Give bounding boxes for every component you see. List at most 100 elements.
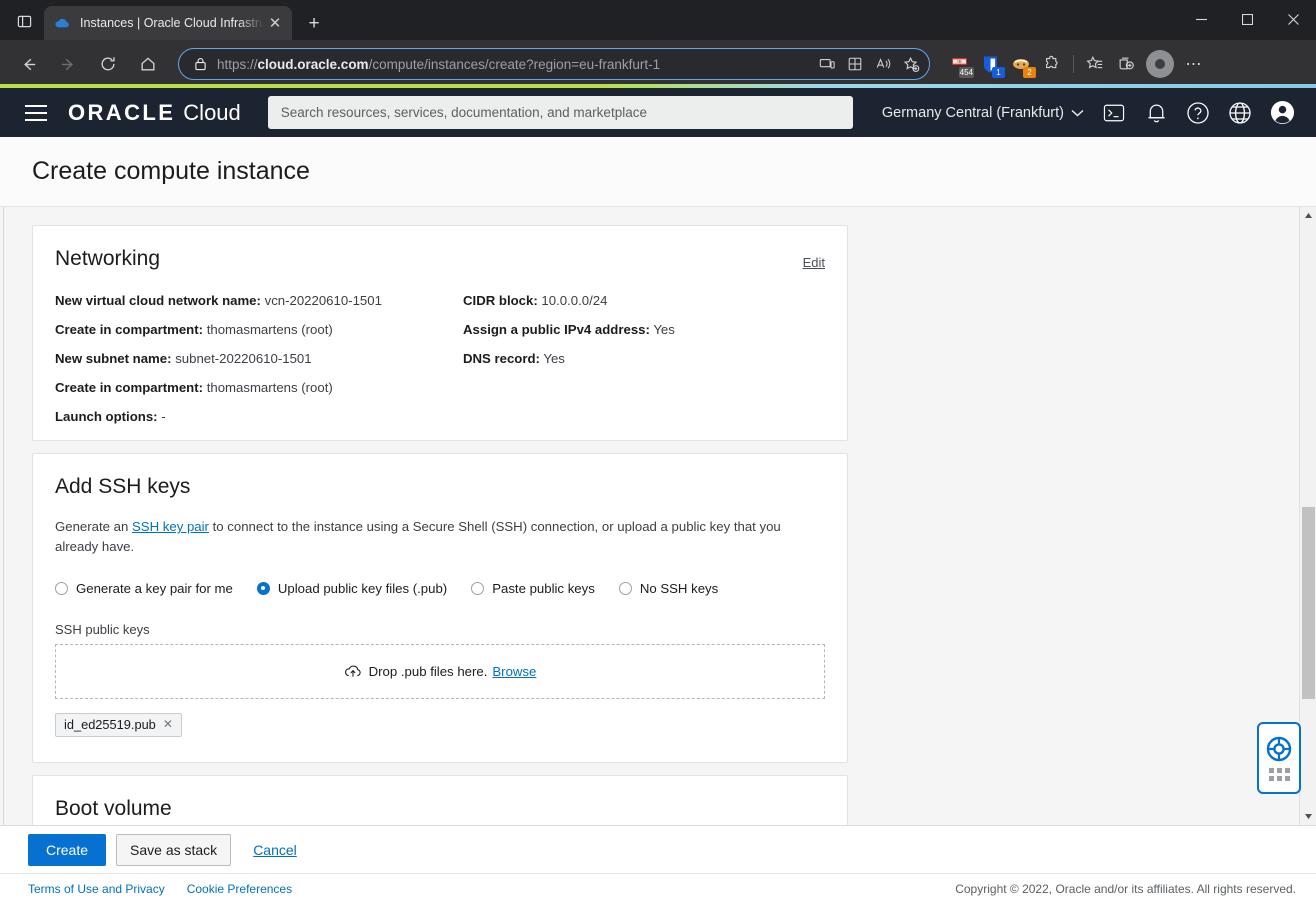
global-search-box[interactable] bbox=[268, 96, 853, 129]
scrollbar-thumb[interactable] bbox=[1302, 507, 1315, 699]
scroll-up-arrow-icon[interactable] bbox=[1300, 207, 1316, 224]
summary-row: DNS record: Yes bbox=[463, 351, 825, 368]
copyright-text: Copyright © 2022, Oracle and/or its affi… bbox=[955, 882, 1296, 896]
browse-files-link[interactable]: Browse bbox=[492, 664, 536, 679]
logo-cloud-text: Cloud bbox=[183, 100, 240, 126]
notifications-bell-icon[interactable] bbox=[1136, 93, 1176, 133]
summary-row: CIDR block: 10.0.0.0/24 bbox=[463, 293, 825, 310]
networking-header: Networking Edit bbox=[33, 226, 847, 271]
page-scrollbar[interactable] bbox=[1299, 207, 1316, 825]
browser-tab-strip: Instances | Oracle Cloud Infrastru ✕ + bbox=[0, 0, 1316, 40]
summary-value: Yes bbox=[543, 351, 565, 366]
profile-avatar[interactable] bbox=[1146, 50, 1174, 78]
bitwarden-extension[interactable]: 1 bbox=[975, 49, 1005, 79]
new-tab-button[interactable]: + bbox=[298, 8, 330, 38]
ssh-key-option-group: Generate a key pair for me Upload public… bbox=[33, 557, 847, 596]
address-bar[interactable]: https://cloud.oracle.com/compute/instanc… bbox=[178, 48, 930, 80]
home-icon[interactable] bbox=[131, 47, 165, 81]
tab-close-icon[interactable]: ✕ bbox=[264, 12, 286, 34]
radio-label: Paste public keys bbox=[492, 581, 595, 596]
radio-upload-public-key-files[interactable]: Upload public key files (.pub) bbox=[257, 581, 447, 596]
ssh-file-dropzone[interactable]: Drop .pub files here. Browse bbox=[55, 644, 825, 699]
oracle-cloud-favicon bbox=[54, 15, 71, 32]
summary-key: Assign a public IPv4 address: bbox=[463, 322, 650, 337]
networking-left-column: New virtual cloud network name: vcn-2022… bbox=[55, 293, 463, 438]
oracle-cloud-logo[interactable]: ORACLE Cloud bbox=[68, 100, 241, 126]
radio-generate-key-pair[interactable]: Generate a key pair for me bbox=[55, 581, 233, 596]
summary-value: 10.0.0.0/24 bbox=[541, 293, 607, 308]
main-content: Networking Edit New virtual cloud networ… bbox=[0, 207, 1316, 825]
summary-value: subnet-20220610-1501 bbox=[175, 351, 311, 366]
summary-value: thomasmartens (root) bbox=[207, 380, 333, 395]
browser-tab-title: Instances | Oracle Cloud Infrastru bbox=[80, 16, 264, 30]
browser-tab[interactable]: Instances | Oracle Cloud Infrastru ✕ bbox=[44, 6, 292, 40]
ssh-key-pair-link[interactable]: SSH key pair bbox=[132, 519, 209, 534]
summary-key: Launch options: bbox=[55, 409, 158, 424]
privacy-badger-extension[interactable]: 2 bbox=[1006, 49, 1036, 79]
add-favorite-icon[interactable] bbox=[897, 51, 925, 77]
forward-icon[interactable] bbox=[51, 47, 85, 81]
summary-value: vcn-20220610-1501 bbox=[265, 293, 382, 308]
radio-icon bbox=[619, 582, 632, 595]
cloud-shell-icon[interactable] bbox=[1094, 93, 1134, 133]
window-close-button[interactable] bbox=[1270, 0, 1316, 38]
help-support-widget[interactable] bbox=[1257, 722, 1301, 794]
radio-label: No SSH keys bbox=[640, 581, 718, 596]
user-profile-icon[interactable] bbox=[1262, 93, 1302, 133]
save-as-stack-button[interactable]: Save as stack bbox=[116, 834, 231, 866]
favorites-icon[interactable] bbox=[1080, 49, 1110, 79]
read-aloud-icon[interactable] bbox=[869, 51, 897, 77]
tab-search-button[interactable] bbox=[4, 4, 44, 38]
hamburger-menu-icon[interactable] bbox=[14, 93, 58, 133]
lock-icon bbox=[189, 57, 211, 71]
form-action-bar: Create Save as stack Cancel bbox=[0, 825, 1316, 873]
networking-title: Networking bbox=[55, 247, 160, 271]
networking-right-column: CIDR block: 10.0.0.0/24 Assign a public … bbox=[463, 293, 825, 438]
terms-of-use-link[interactable]: Terms of Use and Privacy bbox=[28, 882, 165, 896]
create-button[interactable]: Create bbox=[28, 834, 106, 866]
radio-icon-selected bbox=[257, 582, 270, 595]
summary-key: DNS record: bbox=[463, 351, 540, 366]
cloud-upload-icon bbox=[344, 664, 362, 679]
cancel-link[interactable]: Cancel bbox=[253, 842, 297, 858]
summary-key: Create in compartment: bbox=[55, 380, 203, 395]
ublock-origin-extension[interactable]: IB 454 bbox=[944, 49, 974, 79]
reload-icon[interactable] bbox=[91, 47, 125, 81]
summary-key: New subnet name: bbox=[55, 351, 172, 366]
radio-paste-public-keys[interactable]: Paste public keys bbox=[471, 581, 595, 596]
collections-icon[interactable] bbox=[1111, 49, 1141, 79]
radio-no-ssh-keys[interactable]: No SSH keys bbox=[619, 581, 718, 596]
drag-handle-dots[interactable] bbox=[1269, 768, 1290, 781]
networking-edit-link[interactable]: Edit bbox=[803, 247, 825, 270]
chevron-down-icon bbox=[1071, 109, 1084, 117]
summary-value: Yes bbox=[653, 322, 675, 337]
ssh-title: Add SSH keys bbox=[55, 475, 190, 499]
url-text: https://cloud.oracle.com/compute/instanc… bbox=[211, 57, 813, 72]
file-name: id_ed25519.pub bbox=[64, 717, 156, 732]
page-footer: Terms of Use and Privacy Cookie Preferen… bbox=[0, 873, 1316, 904]
language-globe-icon[interactable] bbox=[1220, 93, 1260, 133]
oracle-cloud-header: ORACLE Cloud Germany Central (Frankfurt) bbox=[0, 88, 1316, 137]
window-minimize-button[interactable] bbox=[1178, 0, 1224, 38]
ssh-uploaded-files: id_ed25519.pub ✕ bbox=[33, 699, 847, 737]
help-icon[interactable] bbox=[1178, 93, 1218, 133]
cast-device-icon[interactable] bbox=[813, 51, 841, 77]
window-maximize-button[interactable] bbox=[1224, 0, 1270, 38]
summary-row: New virtual cloud network name: vcn-2022… bbox=[55, 293, 463, 310]
cookie-preferences-link[interactable]: Cookie Preferences bbox=[187, 882, 292, 896]
toolbar-divider bbox=[1073, 55, 1074, 73]
region-selector[interactable]: Germany Central (Frankfurt) bbox=[874, 99, 1092, 127]
summary-value: thomasmartens (root) bbox=[207, 322, 333, 337]
summary-row: Assign a public IPv4 address: Yes bbox=[463, 322, 825, 339]
search-input[interactable] bbox=[281, 105, 840, 120]
browser-extensions-icon[interactable] bbox=[1037, 49, 1067, 79]
more-options-icon[interactable]: ⋯ bbox=[1179, 49, 1209, 79]
scroll-down-arrow-icon[interactable] bbox=[1300, 808, 1316, 825]
boot-volume-section: Boot volume bbox=[32, 775, 848, 825]
summary-row: Create in compartment: thomasmartens (ro… bbox=[55, 322, 463, 339]
ssh-desc-pre: Generate an bbox=[55, 519, 132, 534]
back-icon[interactable] bbox=[11, 47, 45, 81]
split-screen-icon[interactable] bbox=[841, 51, 869, 77]
remove-file-icon[interactable]: ✕ bbox=[163, 718, 173, 730]
boot-volume-title: Boot volume bbox=[33, 776, 847, 821]
